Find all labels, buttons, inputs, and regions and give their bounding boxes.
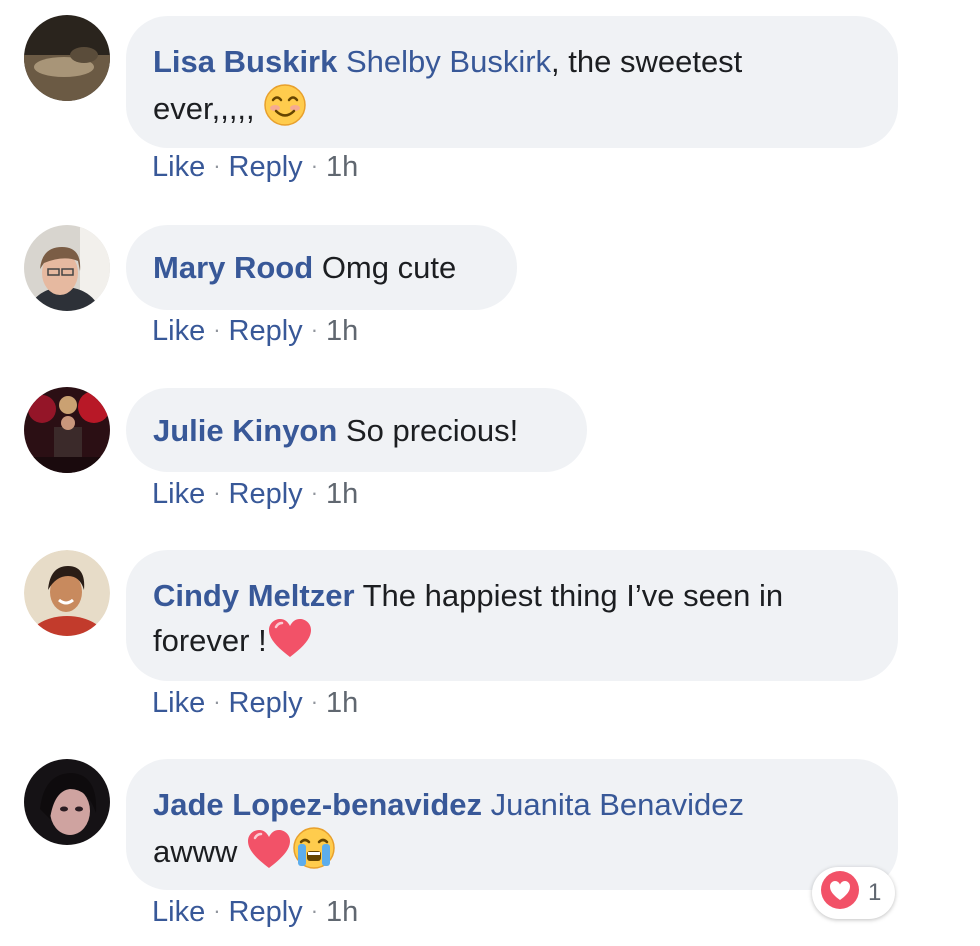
- author-name[interactable]: Jade Lopez-benavidez: [153, 787, 482, 822]
- reply-button[interactable]: Reply: [229, 687, 303, 719]
- mention-link[interactable]: Juanita Benavidez: [491, 787, 744, 822]
- timestamp[interactable]: 1h: [326, 151, 358, 183]
- author-name[interactable]: Lisa Buskirk: [153, 44, 337, 79]
- separator-dot: ·: [310, 317, 319, 342]
- separator-dot: ·: [213, 153, 221, 178]
- author-name[interactable]: Julie Kinyon: [153, 413, 337, 448]
- comment-text: forever !: [153, 623, 267, 658]
- comment-text: Omg cute: [321, 250, 457, 285]
- comment-actions: Like · Reply · 1h: [152, 478, 358, 511]
- timestamp[interactable]: 1h: [326, 687, 358, 719]
- comment-bubble: Mary Rood Omg cute: [126, 225, 517, 310]
- comment-text: So precious!: [345, 413, 519, 448]
- reaction-summary[interactable]: 1: [812, 867, 896, 919]
- mention-link[interactable]: Shelby Buskirk: [346, 44, 551, 79]
- comment-actions: Like · Reply · 1h: [152, 151, 358, 184]
- avatar[interactable]: [24, 759, 110, 845]
- comment-bubble: Cindy Meltzer The happiest thing I’ve se…: [126, 550, 898, 681]
- avatar[interactable]: [24, 387, 110, 473]
- comment-actions: Like · Reply · 1h: [152, 687, 358, 720]
- like-button[interactable]: Like: [152, 151, 205, 183]
- like-button[interactable]: Like: [152, 315, 205, 347]
- reply-button[interactable]: Reply: [229, 151, 303, 183]
- smiling-face-emoji: [263, 83, 307, 138]
- like-button[interactable]: Like: [152, 896, 205, 928]
- reply-button[interactable]: Reply: [229, 478, 303, 510]
- separator-dot: ·: [213, 689, 221, 714]
- author-name[interactable]: Cindy Meltzer: [153, 578, 355, 613]
- crying-face-emoji: [292, 826, 336, 881]
- comment-bubble: Lisa Buskirk Shelby Buskirk, the sweetes…: [126, 16, 898, 148]
- reaction-count: 1: [868, 879, 882, 906]
- like-button[interactable]: Like: [152, 478, 205, 510]
- avatar[interactable]: [24, 15, 110, 101]
- reply-button[interactable]: Reply: [229, 315, 303, 347]
- separator-dot: ·: [213, 317, 221, 342]
- separator-dot: ·: [310, 153, 319, 178]
- timestamp[interactable]: 1h: [326, 478, 358, 510]
- timestamp[interactable]: 1h: [326, 896, 358, 928]
- separator-dot: ·: [310, 689, 319, 714]
- comment-text: , the sweetest: [551, 44, 743, 79]
- comment-text: ever,,,,,: [153, 91, 255, 126]
- avatar[interactable]: [24, 550, 110, 636]
- author-name[interactable]: Mary Rood: [153, 250, 313, 285]
- timestamp[interactable]: 1h: [326, 315, 358, 347]
- comment-bubble: Julie Kinyon So precious!: [126, 388, 587, 472]
- comment-text: The happiest thing I’ve seen in: [362, 578, 784, 613]
- heart-emoji: [267, 617, 313, 670]
- separator-dot: ·: [310, 898, 319, 923]
- comment-actions: Like · Reply · 1h: [152, 315, 358, 348]
- separator-dot: ·: [310, 480, 319, 505]
- comment-text: awww: [153, 834, 238, 869]
- separator-dot: ·: [213, 480, 221, 505]
- separator-dot: ·: [213, 898, 221, 923]
- heart-emoji: [246, 828, 292, 881]
- avatar[interactable]: [24, 225, 110, 311]
- love-reaction-icon: [820, 870, 860, 917]
- comment-actions: Like · Reply · 1h: [152, 896, 358, 929]
- like-button[interactable]: Like: [152, 687, 205, 719]
- comment-bubble: Jade Lopez-benavidez Juanita Benavidez a…: [126, 759, 898, 890]
- reply-button[interactable]: Reply: [229, 896, 303, 928]
